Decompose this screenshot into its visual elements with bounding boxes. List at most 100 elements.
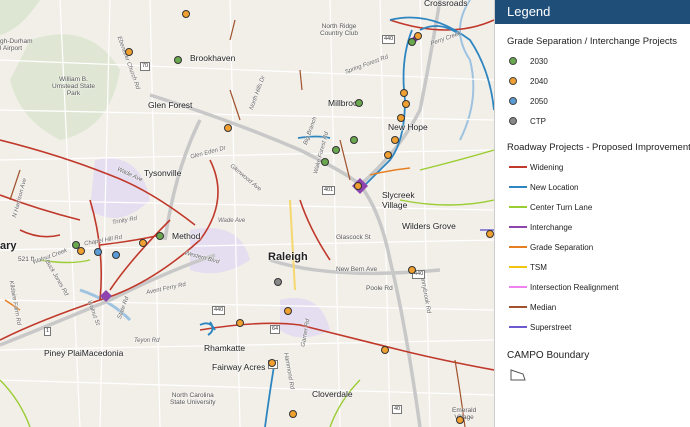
project-marker-2040[interactable] <box>182 10 190 18</box>
place-fairway-acres: Fairway Acres <box>212 362 266 372</box>
place-rhamkatte: Rhamkatte <box>204 343 246 353</box>
roadway-legend-row: Widening <box>495 158 690 178</box>
place-cloverdale: Cloverdale <box>312 389 353 399</box>
roadway-legend-label: Interchange <box>530 223 573 232</box>
project-marker-2040[interactable] <box>397 114 405 122</box>
grade-legend-swatch <box>509 57 517 65</box>
place-glen-forest: Glen Forest <box>148 100 193 110</box>
route-shield-us70: 70 <box>140 62 151 71</box>
roadway-legend-label: Center Turn Lane <box>530 203 593 212</box>
project-marker-2030[interactable] <box>332 146 340 154</box>
project-marker-2030[interactable] <box>355 99 363 107</box>
place-new-hope: New Hope <box>388 122 428 132</box>
project-marker-2040[interactable] <box>125 48 133 56</box>
project-marker-2040[interactable] <box>391 136 399 144</box>
route-shield-401: 401 <box>322 186 336 195</box>
project-marker-2040[interactable] <box>354 182 362 190</box>
roadway-legend-row: Grade Separation <box>495 238 690 258</box>
route-shield-us1: 1 <box>44 327 52 336</box>
road-teyon: Teyon Rd <box>134 338 160 344</box>
place-brookhaven: Brookhaven <box>190 53 236 63</box>
grade-section-title: Grade Separation / Interchange Projects <box>507 36 678 47</box>
grade-legend-row: CTP <box>495 112 690 132</box>
project-marker-2050[interactable] <box>112 251 120 259</box>
roadway-legend-swatch <box>509 306 527 308</box>
project-marker-2040[interactable] <box>384 151 392 159</box>
airport-area <box>0 0 40 35</box>
place-slycreek: Slycreek Village <box>382 190 415 210</box>
roadway-legend-row: Interchange <box>495 218 690 238</box>
project-marker-2030[interactable] <box>156 232 164 240</box>
place-umstead-park: William B. Umstead State Park <box>52 76 95 97</box>
roadway-legend-swatch <box>509 226 527 228</box>
project-marker-2040[interactable] <box>456 416 464 424</box>
grade-legend-list: 2030 2040 2050 CTP <box>495 52 690 132</box>
boundary-swatch-row <box>495 366 690 382</box>
project-marker-2040[interactable] <box>236 319 244 327</box>
roadway-legend-row: Superstreet <box>495 318 690 338</box>
roadway-legend-row: Median <box>495 298 690 318</box>
grade-legend-label: 2050 <box>530 97 548 106</box>
roadway-legend-row: TSM <box>495 258 690 278</box>
roadway-legend-swatch <box>509 246 527 248</box>
roadway-legend-swatch <box>509 326 527 328</box>
place-cary: ary <box>0 240 17 252</box>
project-marker-2040[interactable] <box>284 307 292 315</box>
roadway-legend-label: Widening <box>530 163 564 172</box>
roadway-legend-label: Grade Separation <box>530 243 594 252</box>
project-marker-2040[interactable] <box>400 89 408 97</box>
campo-boundary-icon <box>510 369 526 381</box>
tsm-road <box>289 199 296 291</box>
roadway-legend-list: Widening New Location Center Turn Lane Inte… <box>495 158 690 338</box>
roadway-legend-row: Center Turn Lane <box>495 198 690 218</box>
grade-legend-row: 2040 <box>495 72 690 92</box>
project-marker-2040[interactable] <box>139 239 147 247</box>
project-marker-2040[interactable] <box>77 247 85 255</box>
grade-legend-label: 2030 <box>530 57 548 66</box>
project-marker-ctp[interactable] <box>274 278 282 286</box>
project-marker-2040[interactable] <box>224 124 232 132</box>
roadway-legend-swatch <box>509 166 527 168</box>
roadway-legend-swatch <box>509 266 527 268</box>
route-shield-us64: 64 <box>270 325 281 334</box>
route-shield-i440c: 440 <box>212 306 226 315</box>
legend-title: Legend <box>495 0 690 24</box>
project-marker-2040[interactable] <box>289 410 297 418</box>
project-marker-2040[interactable] <box>268 359 276 367</box>
grade-legend-label: 2040 <box>530 77 548 86</box>
project-marker-2030[interactable] <box>174 56 182 64</box>
road-glascock: Glascock St <box>336 234 371 241</box>
roadway-legend-swatch <box>509 286 527 288</box>
roadway-legend-row: Intersection Realignment <box>495 278 690 298</box>
roadway-legend-swatch <box>509 186 527 188</box>
grade-legend-swatch <box>509 77 517 85</box>
project-marker-2030[interactable] <box>350 136 358 144</box>
roadway-legend-label: Intersection Realignment <box>530 283 619 292</box>
place-piney-plains: Piney PlaiMacedonia <box>44 348 124 358</box>
map-canvas[interactable]: Crossroads gh-Durham l Airport Brookhave… <box>0 0 494 427</box>
roadway-legend-label: TSM <box>530 263 547 272</box>
place-wilders-grove: Wilders Grove <box>402 221 456 231</box>
project-marker-2040[interactable] <box>486 230 494 238</box>
project-marker-2040[interactable] <box>402 100 410 108</box>
grade-legend-swatch <box>509 97 517 105</box>
place-method: Method <box>172 231 201 241</box>
project-marker-2030[interactable] <box>321 158 329 166</box>
place-crossroads: Crossroads <box>424 0 468 8</box>
project-marker-2040[interactable] <box>414 32 422 40</box>
project-marker-2040[interactable] <box>381 346 389 354</box>
grade-legend-label: CTP <box>530 117 546 126</box>
project-marker-2040[interactable] <box>408 266 416 274</box>
grade-legend-row: 2030 <box>495 52 690 72</box>
grade-legend-row: 2050 <box>495 92 690 112</box>
route-shield-i440: 440 <box>382 35 396 44</box>
route-shield-i40: 40 <box>392 405 403 414</box>
roadway-legend-label: Median <box>530 303 557 312</box>
road-new-bern: New Bern Ave <box>336 266 378 273</box>
legend-panel[interactable]: Legend Grade Separation / Interchange Pr… <box>494 0 690 427</box>
grade-legend-swatch <box>509 117 517 125</box>
road-wade-ave-2: Wade Ave <box>218 218 246 224</box>
road-poole: Poole Rd <box>366 285 393 292</box>
project-marker-2050[interactable] <box>94 248 102 256</box>
roadway-section-title: Roadway Projects - Proposed Improvement <box>507 142 690 153</box>
